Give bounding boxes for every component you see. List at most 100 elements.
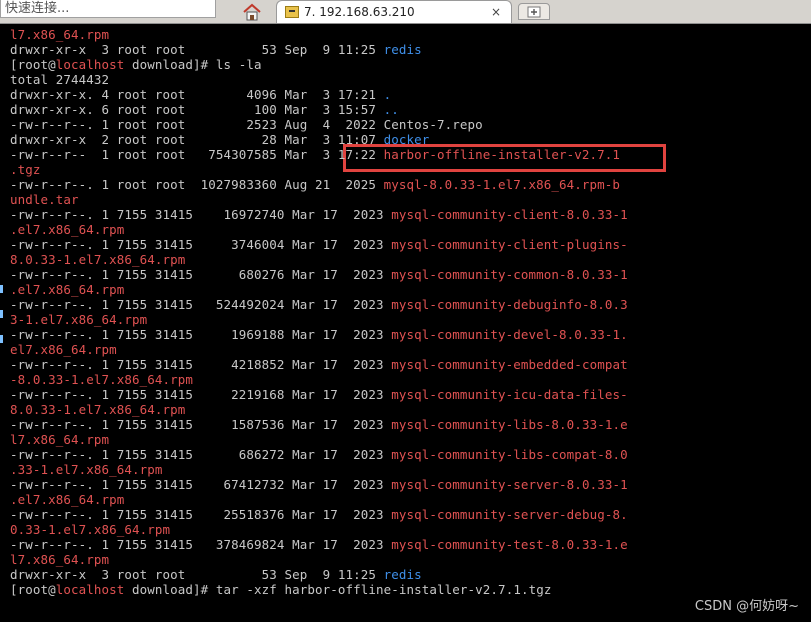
tab-session[interactable]: 7. 192.168.63.210 ×: [276, 0, 512, 23]
terminal-text-segment: -rw-r--r--. 1 root root 2523 Aug 4 2022 …: [10, 117, 483, 132]
terminal-text-segment: -rw-r--r--. 1 7155 31415 67412732 Mar 17…: [10, 477, 392, 492]
terminal-line: total 2744432: [10, 72, 109, 87]
terminal-line: drwxr-xr-x 2 root root 28 Mar 3 11:07 do…: [10, 132, 429, 147]
terminal-session-icon: [285, 6, 299, 18]
terminal-text-segment: 8.0.33-1.el7.x86_64.rpm: [10, 252, 186, 267]
terminal-line: -rw-r--r--. 1 root root 2523 Aug 4 2022 …: [10, 117, 483, 132]
terminal-line: -rw-r--r--. 1 7155 31415 25518376 Mar 17…: [10, 507, 628, 522]
terminal-text-segment: localhost: [55, 57, 125, 72]
terminal-line: [root@localhost download]# ls -la: [10, 57, 262, 72]
terminal-line: -rw-r--r--. 1 7155 31415 378469824 Mar 1…: [10, 537, 628, 552]
terminal-line: el7.x86_64.rpm: [10, 342, 117, 357]
terminal-line: -rw-r--r--. 1 7155 31415 1587536 Mar 17 …: [10, 417, 628, 432]
tab-session-title: 7. 192.168.63.210: [304, 5, 415, 19]
terminal-text-segment: l7.x86_64.rpm: [10, 432, 110, 447]
terminal-text-segment: download]# ls -la: [124, 57, 262, 72]
terminal-text-segment: drwxr-xr-x. 6 root root 100 Mar 3 15:57: [10, 102, 384, 117]
terminal-text-segment: download]# tar -xzf harbor-offline-insta…: [124, 582, 552, 597]
terminal-line: undle.tar: [10, 192, 79, 207]
terminal-text-segment: -rw-r--r--. 1 7155 31415 25518376 Mar 17…: [10, 507, 392, 522]
scroll-marker: [0, 335, 3, 343]
new-tab-button[interactable]: [518, 3, 550, 20]
quick-connect-input[interactable]: 快速连接...: [0, 0, 216, 18]
terminal-output[interactable]: l7.x86_64.rpm drwxr-xr-x 3 root root 53 S…: [0, 25, 811, 622]
terminal-line: -rw-r--r--. 1 7155 31415 686272 Mar 17 2…: [10, 447, 628, 462]
terminal-line: drwxr-xr-x. 4 root root 4096 Mar 3 17:21…: [10, 87, 391, 102]
terminal-line: -rw-r--r-- 1 root root 754307585 Mar 3 1…: [10, 147, 620, 162]
terminal-text-segment: mysql-community-common-8.0.33-1: [391, 267, 628, 282]
terminal-text-segment: 8.0.33-1.el7.x86_64.rpm: [10, 402, 186, 417]
terminal-text-segment: mysql-community-libs-8.0.33-1.e: [391, 417, 628, 432]
terminal-text-segment: -rw-r--r--. 1 7155 31415 3746004 Mar 17 …: [10, 237, 392, 252]
terminal-text-segment: mysql-community-server-8.0.33-1: [391, 477, 628, 492]
terminal-text-segment: el7.x86_64.rpm: [10, 342, 117, 357]
terminal-text-segment: mysql-community-debuginfo-8.0.3: [391, 297, 628, 312]
terminal-line: .el7.x86_64.rpm: [10, 492, 124, 507]
terminal-text-segment: drwxr-xr-x 3 root root 53 Sep 9 11:25: [10, 42, 384, 57]
terminal-text-segment: mysql-8.0.33-1.el7.x86_64.rpm-b: [383, 177, 621, 192]
terminal-line: 0.33-1.el7.x86_64.rpm: [10, 522, 170, 537]
terminal-line: .el7.x86_64.rpm: [10, 282, 124, 297]
terminal-text-segment: mysql-community-client-plugins-: [391, 237, 628, 252]
terminal-line: .el7.x86_64.rpm: [10, 222, 124, 237]
terminal-line: -rw-r--r--. 1 root root 1027983360 Aug 2…: [10, 177, 620, 192]
terminal-text-segment: .tgz: [10, 162, 41, 177]
terminal-text-segment: redis: [383, 567, 422, 582]
home-icon: [243, 3, 261, 20]
terminal-line: -rw-r--r--. 1 7155 31415 16972740 Mar 17…: [10, 207, 628, 222]
terminal-text-segment: -rw-r--r--. 1 7155 31415 1587536 Mar 17 …: [10, 417, 392, 432]
terminal-line: -8.0.33-1.el7.x86_64.rpm: [10, 372, 193, 387]
terminal-line: -rw-r--r--. 1 7155 31415 2219168 Mar 17 …: [10, 387, 628, 402]
terminal-line: drwxr-xr-x 3 root root 53 Sep 9 11:25 re…: [10, 42, 422, 57]
terminal-text-segment: -rw-r--r--. 1 7155 31415 378469824 Mar 1…: [10, 537, 392, 552]
terminal-line: drwxr-xr-x. 6 root root 100 Mar 3 15:57 …: [10, 102, 399, 117]
watermark: CSDN @何妨呀~: [694, 599, 799, 614]
terminal-line: .tgz: [10, 162, 41, 177]
terminal-text-segment: harbor-offline-installer-v2.7.1: [383, 147, 621, 162]
terminal-text-segment: l7.x86_64.rpm: [10, 27, 110, 42]
terminal-text-segment: redis: [383, 42, 422, 57]
terminal-line: 3-1.el7.x86_64.rpm: [10, 312, 147, 327]
close-icon[interactable]: ×: [489, 5, 503, 19]
terminal-line: l7.x86_64.rpm: [10, 552, 109, 567]
terminal-text-segment: -rw-r--r--. 1 7155 31415 680276 Mar 17 2…: [10, 267, 392, 282]
terminal-text-segment: mysql-community-libs-compat-8.0: [391, 447, 628, 462]
terminal-text-segment: .el7.x86_64.rpm: [10, 222, 125, 237]
terminal-text-segment: .el7.x86_64.rpm: [10, 282, 125, 297]
terminal-text-segment: -rw-r--r--. 1 7155 31415 16972740 Mar 17…: [10, 207, 392, 222]
terminal-text-segment: -rw-r--r--. 1 7155 31415 2219168 Mar 17 …: [10, 387, 392, 402]
terminal-line: -rw-r--r--. 1 7155 31415 680276 Mar 17 2…: [10, 267, 628, 282]
terminal-text-segment: mysql-community-client-8.0.33-1: [391, 207, 628, 222]
terminal-line: 8.0.33-1.el7.x86_64.rpm: [10, 252, 185, 267]
terminal-text-segment: mysql-community-test-8.0.33-1.e: [391, 537, 628, 552]
terminal-text-segment: drwxr-xr-x 2 root root 28 Mar 3 11:07: [10, 132, 384, 147]
terminal-line: 8.0.33-1.el7.x86_64.rpm: [10, 402, 185, 417]
terminal-text-segment: -rw-r--r--. 1 7155 31415 4218852 Mar 17 …: [10, 357, 392, 372]
terminal-text-segment: -rw-r--r--. 1 7155 31415 686272 Mar 17 2…: [10, 447, 392, 462]
terminal-text-segment: -rw-r--r-- 1 root root 754307585 Mar 3 1…: [10, 147, 384, 162]
terminal-text-segment: mysql-community-icu-data-files-: [391, 387, 628, 402]
scroll-marker: [0, 285, 3, 293]
terminal-line: drwxr-xr-x 3 root root 53 Sep 9 11:25 re…: [10, 567, 422, 582]
terminal-text-segment: .33-1.el7.x86_64.rpm: [10, 462, 163, 477]
tab-bar: 快速连接... 7. 192.168.63.210 ×: [0, 0, 811, 24]
terminal-text-segment: mysql-community-embedded-compat: [391, 357, 628, 372]
terminal-text-segment: l7.x86_64.rpm: [10, 552, 110, 567]
terminal-line: l7.x86_64.rpm: [10, 27, 109, 42]
terminal-text-segment: docker: [383, 132, 430, 147]
terminal-text-segment: 0.33-1.el7.x86_64.rpm: [10, 522, 171, 537]
terminal-text-segment: mysql-community-devel-8.0.33-1.: [391, 327, 628, 342]
terminal-text-segment: undle.tar: [10, 192, 79, 207]
terminal-text-segment: drwxr-xr-x 3 root root 53 Sep 9 11:25: [10, 567, 384, 582]
terminal-line: -rw-r--r--. 1 7155 31415 67412732 Mar 17…: [10, 477, 628, 492]
terminal-text-segment: -rw-r--r--. 1 root root 1027983360 Aug 2…: [10, 177, 384, 192]
terminal-text-segment: ..: [383, 102, 399, 117]
terminal-text-segment: localhost: [55, 582, 125, 597]
terminal-line: -rw-r--r--. 1 7155 31415 524492024 Mar 1…: [10, 297, 628, 312]
terminal-line: .33-1.el7.x86_64.rpm: [10, 462, 163, 477]
terminal-line: -rw-r--r--. 1 7155 31415 3746004 Mar 17 …: [10, 237, 628, 252]
terminal-text-segment: [root@: [10, 582, 56, 597]
home-tab[interactable]: [232, 0, 272, 23]
terminal-line: -rw-r--r--. 1 7155 31415 4218852 Mar 17 …: [10, 357, 628, 372]
terminal-text-segment: [root@: [10, 57, 56, 72]
